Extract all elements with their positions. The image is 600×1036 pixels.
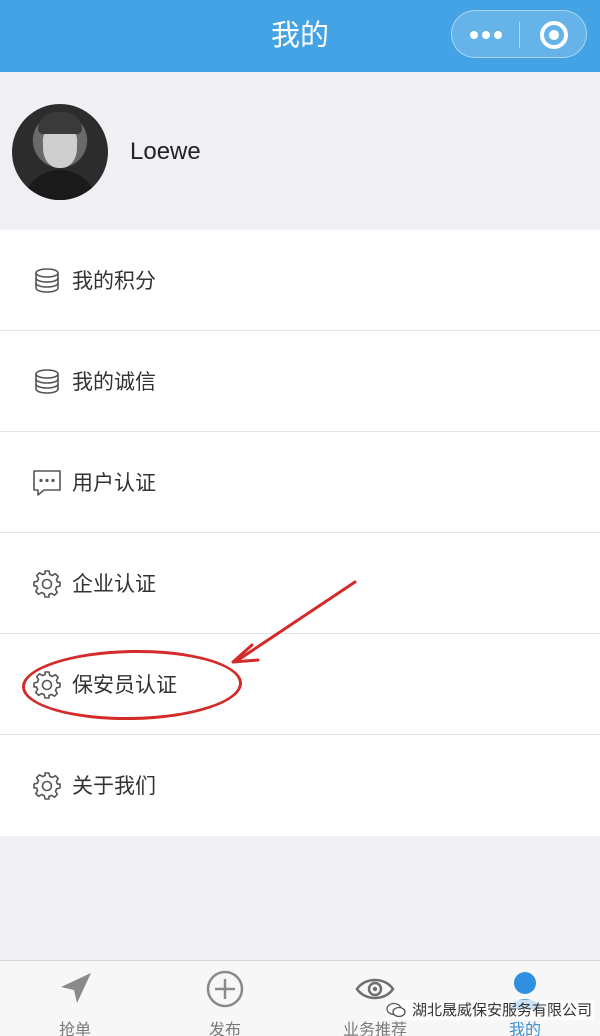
wechat-icon [386, 1002, 406, 1018]
menu-item-integrity[interactable]: 我的诚信 [0, 331, 600, 432]
avatar[interactable] [12, 104, 108, 200]
watermark: 湖北晟威保安服务有限公司 [386, 1000, 595, 1020]
target-dot-icon [549, 30, 559, 40]
more-dot-icon [482, 31, 490, 39]
gear-icon [33, 772, 61, 800]
profile-header[interactable]: Loewe [0, 72, 600, 230]
more-dot-icon [494, 31, 502, 39]
menu-item-label: 用户认证 [72, 471, 156, 495]
gear-icon [33, 570, 61, 598]
close-mini-program-button[interactable] [520, 11, 587, 59]
menu-item-user-verification[interactable]: 用户认证 [0, 432, 600, 533]
menu-item-label: 保安员认证 [72, 673, 177, 697]
menu-item-label: 关于我们 [72, 774, 156, 798]
menu-item-label: 我的积分 [72, 269, 156, 293]
tab-business-recommend[interactable]: 业务推荐 [300, 961, 450, 1036]
tab-label: 抢单 [58, 1020, 91, 1036]
coins-icon [35, 369, 59, 394]
tab-mine[interactable]: 我的 [450, 961, 600, 1036]
watermark-text: 湖北晟威保安服务有限公司 [412, 1001, 593, 1019]
navigation-arrow-icon [61, 973, 91, 1003]
menu-list: 我的积分 我的诚信 用户认证 企业认证 保安员认证 关于我们 [0, 230, 600, 836]
more-options-button[interactable] [452, 11, 519, 59]
tab-publish[interactable]: 发布 [150, 961, 300, 1036]
plus-circle-icon [206, 970, 244, 1008]
username: Loewe [130, 138, 201, 165]
navigation-bar: 我的 [0, 0, 600, 72]
bottom-tab-bar: 抢单 发布 业务推荐 我的 [0, 960, 600, 1036]
gear-icon [33, 671, 61, 699]
tab-label: 发布 [208, 1020, 241, 1036]
menu-item-enterprise-verification[interactable]: 企业认证 [0, 533, 600, 634]
menu-item-label: 我的诚信 [72, 370, 156, 394]
menu-item-security-guard-verification[interactable]: 保安员认证 [0, 634, 600, 735]
chat-bubble-icon [33, 470, 61, 496]
menu-item-points[interactable]: 我的积分 [0, 230, 600, 331]
menu-item-label: 企业认证 [72, 572, 156, 596]
mini-program-capsule [451, 10, 587, 58]
coins-icon [35, 268, 59, 293]
tab-grab-order[interactable]: 抢单 [0, 961, 150, 1036]
menu-item-about-us[interactable]: 关于我们 [0, 735, 600, 836]
more-dot-icon [470, 31, 478, 39]
